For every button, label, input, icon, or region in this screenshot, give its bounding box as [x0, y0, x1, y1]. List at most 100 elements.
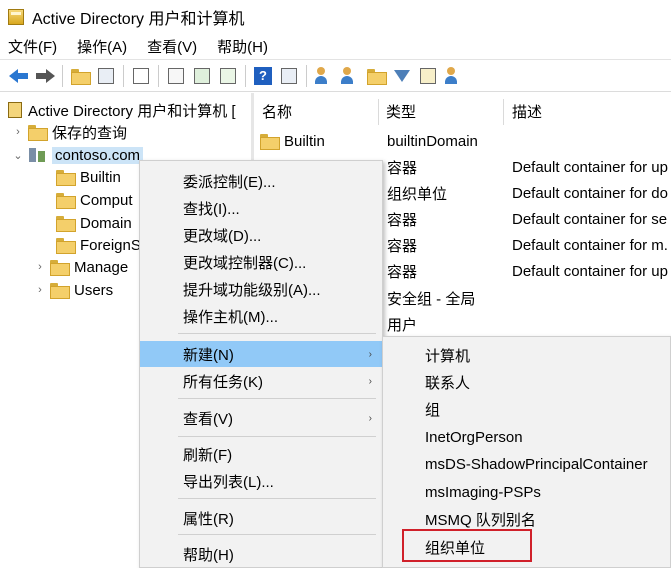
tree-item-label: contoso.com — [52, 146, 144, 164]
submenu-item-shadow-principal-container[interactable]: msDS-ShadowPrincipalContainer — [383, 451, 670, 477]
tree-item-domain-controllers[interactable]: Domain — [40, 212, 132, 234]
chevron-down-icon[interactable]: ⌄ — [12, 149, 24, 162]
show-tree-icon[interactable] — [95, 65, 117, 87]
submenu-arrow-icon: › — [368, 412, 372, 424]
row-type: 容器 — [387, 237, 418, 255]
context-menu: 委派控制(E)... 查找(I)... 更改域(D)... 更改域控制器(C).… — [139, 160, 383, 568]
new-group-icon[interactable] — [339, 65, 361, 87]
highlight-callout-box — [402, 529, 532, 562]
tree-item-label: Manage — [74, 258, 129, 276]
menu-item-all-tasks[interactable]: 所有任务(K) › — [140, 368, 382, 394]
menu-item-change-domain[interactable]: 更改域(D)... — [140, 222, 382, 248]
up-folder-icon[interactable] — [69, 65, 91, 87]
column-header-name[interactable]: 名称 — [262, 101, 292, 125]
menu-item-view-label: 查看(V) — [183, 410, 233, 428]
menu-item-operations-masters[interactable]: 操作主机(M)... — [140, 303, 382, 329]
submenu-item-inetorgperson[interactable]: InetOrgPerson — [383, 424, 670, 450]
menu-item-delegate-control[interactable]: 委派控制(E)... — [140, 168, 382, 194]
filter-icon[interactable] — [391, 65, 413, 87]
submenu-item-computer[interactable]: 计算机 — [383, 342, 670, 368]
submenu-arrow-icon: › — [368, 375, 372, 387]
menu-item-refresh[interactable]: 刷新(F) — [140, 441, 382, 467]
menu-item-properties[interactable]: 属性(R) — [140, 505, 382, 531]
menu-item-find[interactable]: 查找(I)... — [140, 195, 382, 221]
chevron-right-icon[interactable]: › — [34, 284, 46, 296]
row-description: Default container for m. — [512, 236, 668, 254]
row-type: 用户 — [387, 316, 418, 334]
tree-item-label: Builtin — [80, 168, 121, 186]
submenu-item-msimaging-psps[interactable]: msImaging-PSPs — [383, 479, 670, 505]
help-icon[interactable]: ? — [252, 65, 274, 87]
find-icon[interactable] — [417, 65, 439, 87]
menu-item-export-list[interactable]: 导出列表(L)... — [140, 468, 382, 494]
tree-item-users[interactable]: › Users — [34, 279, 113, 301]
back-icon[interactable] — [8, 65, 30, 87]
chevron-right-icon[interactable]: › — [12, 126, 24, 138]
tree-item-computers[interactable]: Comput — [40, 189, 133, 211]
tree-item-builtin[interactable]: Builtin — [40, 166, 121, 188]
row-type: 组织单位 — [387, 185, 448, 203]
row-description: Default container for se — [512, 210, 668, 228]
column-header-description[interactable]: 描述 — [512, 101, 542, 125]
menu-item-help[interactable]: 帮助(H) — [140, 541, 382, 567]
chevron-right-icon[interactable]: › — [34, 261, 46, 273]
row-type: 安全组 - 全局 — [387, 290, 476, 308]
tree-item-label: Comput — [80, 191, 133, 209]
menu-bar: 文件(F) 操作(A) 查看(V) 帮助(H) — [0, 34, 671, 58]
submenu-item-group[interactable]: 组 — [383, 396, 670, 422]
tree-item-saved-queries[interactable]: › 保存的查询 — [12, 121, 127, 143]
clipboard-icon[interactable] — [130, 65, 152, 87]
row-description: Default container for up — [512, 262, 668, 280]
tree-item-label: ForeignS — [80, 236, 141, 254]
tree-item-domain[interactable]: ⌄ contoso.com — [12, 144, 144, 166]
tree-item-managed[interactable]: › Manage — [34, 256, 128, 278]
folder-icon — [260, 134, 280, 150]
new-ou-icon[interactable] — [365, 65, 387, 87]
menu-item-change-dc[interactable]: 更改域控制器(C)... — [140, 249, 382, 275]
menu-view[interactable]: 查看(V) — [147, 36, 197, 57]
table-row[interactable]: Builtin — [260, 129, 325, 153]
refresh-icon[interactable] — [191, 65, 213, 87]
folder-icon — [56, 170, 76, 186]
menu-separator — [178, 436, 376, 437]
new-user-icon[interactable] — [313, 65, 335, 87]
menu-item-view[interactable]: 查看(V) › — [140, 405, 382, 431]
row-description: Default container for up — [512, 158, 668, 176]
toolbar: ? — [0, 59, 671, 92]
submenu-item-contact[interactable]: 联系人 — [383, 369, 670, 395]
tree-root[interactable]: Active Directory 用户和计算机 [ — [0, 99, 236, 121]
row-type: builtinDomain — [387, 132, 478, 150]
forward-icon[interactable] — [34, 65, 56, 87]
show-pane-icon[interactable] — [278, 65, 300, 87]
ou-folder-icon — [56, 216, 76, 232]
row-type: 容器 — [387, 211, 418, 229]
menu-action[interactable]: 操作(A) — [77, 36, 127, 57]
submenu-arrow-icon: › — [368, 348, 372, 360]
row-type: 容器 — [387, 159, 418, 177]
tree-item-label: 保存的查询 — [52, 124, 128, 142]
menu-item-raise-functional-level[interactable]: 提升域功能级别(A)... — [140, 276, 382, 302]
menu-separator — [178, 534, 376, 535]
tree-item-label: Users — [74, 281, 114, 299]
tree-item-foreign-security-principals[interactable]: ForeignS — [40, 234, 141, 256]
ad-root-icon — [8, 102, 22, 118]
column-resize-handle[interactable] — [378, 99, 379, 125]
title-bar: Active Directory 用户和计算机 — [0, 0, 671, 34]
row-type: 容器 — [387, 263, 418, 281]
column-header-type[interactable]: 类型 — [386, 101, 416, 125]
menu-item-all-tasks-label: 所有任务(K) — [183, 373, 263, 391]
add-to-group-icon[interactable] — [443, 65, 465, 87]
export-list-icon[interactable] — [217, 65, 239, 87]
folder-icon — [50, 283, 70, 299]
row-name: Builtin — [284, 132, 325, 150]
menu-file[interactable]: 文件(F) — [8, 36, 57, 57]
menu-help[interactable]: 帮助(H) — [217, 36, 268, 57]
tree-root-label: Active Directory 用户和计算机 [ — [28, 102, 236, 120]
folder-icon — [28, 125, 48, 141]
column-resize-handle[interactable] — [503, 99, 504, 125]
menu-separator — [178, 498, 376, 499]
row-description: Default container for do — [512, 184, 668, 202]
menu-item-new[interactable]: 新建(N) › — [140, 341, 382, 367]
properties-icon[interactable] — [165, 65, 187, 87]
menu-separator — [178, 333, 376, 334]
